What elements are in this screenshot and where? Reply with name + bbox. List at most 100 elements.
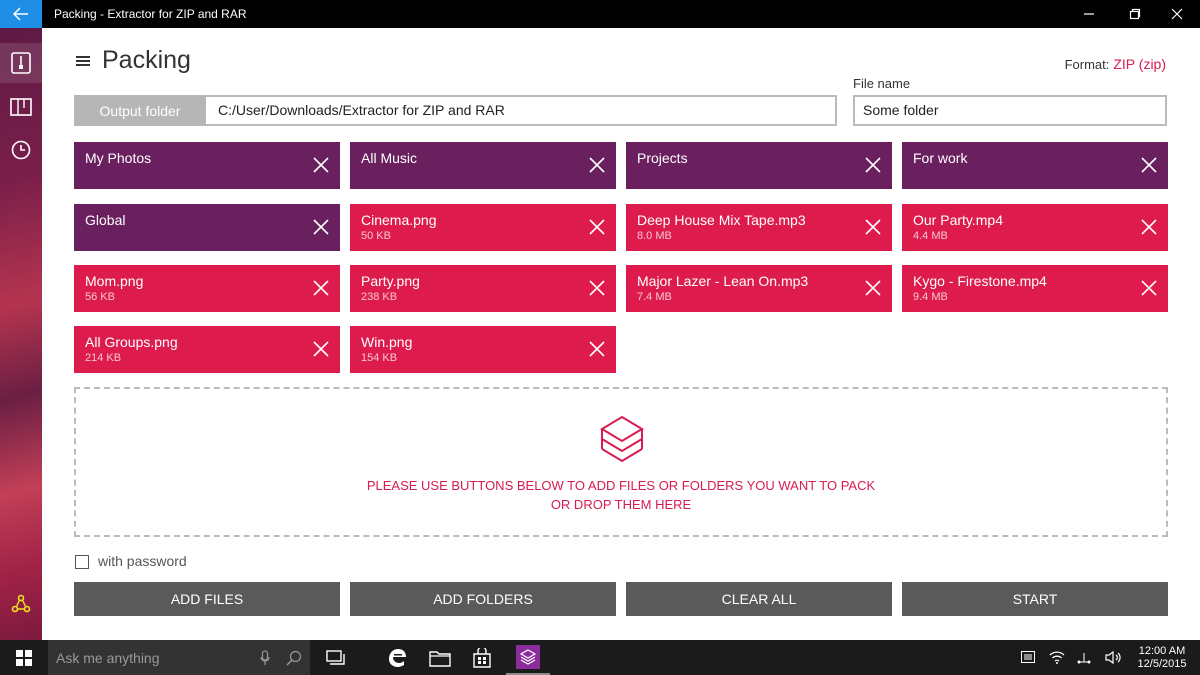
main-content: Packing Format: ZIP (zip) File name Outpu… (42, 28, 1200, 640)
start-button-windows[interactable] (0, 640, 48, 675)
group-tile[interactable]: Global (74, 204, 340, 251)
tile-name: Projects (637, 150, 688, 166)
remove-item-icon[interactable] (589, 157, 605, 173)
page-title: Packing (102, 46, 191, 74)
system-clock[interactable]: 12:00 AM 12/5/2015 (1132, 645, 1192, 671)
tile-name: Global (85, 212, 126, 228)
tile-size: 7.4 MB (637, 291, 672, 303)
close-window-button[interactable] (1154, 0, 1200, 28)
tile-name: Win.png (361, 334, 413, 350)
extractor-app-button[interactable] (506, 640, 550, 675)
drop-zone[interactable]: PLEASE USE BUTTONS BELOW TO ADD FILES OR… (74, 387, 1168, 537)
nav-archive[interactable] (0, 87, 42, 127)
windows-logo-icon (16, 649, 32, 666)
tile-name: Our Party.mp4 (913, 212, 1003, 228)
taskbar: Ask me anything 12:00 AM 12/5/2015 (0, 640, 1200, 675)
share-network-icon (11, 594, 31, 613)
remove-item-icon[interactable] (313, 219, 329, 235)
tile-name: Party.png (361, 273, 420, 289)
extractor-app-icon (516, 644, 540, 669)
tile-size: 9.4 MB (913, 291, 948, 303)
navigation-rail (0, 28, 42, 640)
password-label[interactable]: with password (98, 553, 187, 569)
tile-name: Mom.png (85, 273, 144, 289)
maximize-button[interactable] (1112, 0, 1158, 28)
search-placeholder: Ask me anything (56, 650, 160, 666)
tile-size: 154 KB (361, 352, 398, 364)
tile-name: All Groups.png (85, 334, 178, 350)
password-checkbox[interactable] (75, 555, 89, 569)
add-files-button[interactable]: ADD FILES (74, 582, 340, 616)
remove-item-icon[interactable] (1141, 219, 1157, 235)
task-view-icon (326, 649, 345, 665)
tile-size: 4.4 MB (913, 230, 948, 242)
format-value[interactable]: ZIP (zip) (1113, 56, 1166, 72)
file-tile[interactable]: All Groups.png 214 KB (74, 326, 340, 373)
taskbar-search[interactable]: Ask me anything (48, 640, 310, 675)
pack-logo-icon (600, 415, 644, 463)
remove-item-icon[interactable] (1141, 280, 1157, 296)
group-tile[interactable]: For work (902, 142, 1168, 189)
add-folders-button[interactable]: ADD FOLDERS (350, 582, 616, 616)
close-icon (1171, 8, 1183, 20)
remove-item-icon[interactable] (313, 341, 329, 357)
file-tile[interactable]: Major Lazer - Lean On.mp3 7.4 MB (626, 265, 892, 312)
remove-item-icon[interactable] (589, 341, 605, 357)
remove-item-icon[interactable] (1141, 157, 1157, 173)
group-tile[interactable]: Projects (626, 142, 892, 189)
action-center-icon[interactable] (1021, 651, 1035, 663)
remove-item-icon[interactable] (865, 219, 881, 235)
remove-item-icon[interactable] (589, 219, 605, 235)
output-path-field[interactable]: C:/User/Downloads/Extractor for ZIP and … (206, 95, 837, 126)
menu-button[interactable] (76, 56, 90, 66)
tile-name: My Photos (85, 150, 152, 166)
nav-history[interactable] (0, 130, 42, 170)
edge-button[interactable] (375, 640, 419, 675)
nav-feedback[interactable] (0, 584, 42, 624)
filename-label: File name (853, 76, 911, 91)
format-label: Format: (1064, 57, 1110, 72)
search-icon[interactable] (286, 650, 302, 666)
window-title: Packing - Extractor for ZIP and RAR (54, 7, 247, 21)
tile-name: Cinema.png (361, 212, 437, 228)
remove-item-icon[interactable] (313, 157, 329, 173)
output-folder-button[interactable]: Output folder (74, 95, 206, 126)
store-button[interactable] (460, 640, 504, 675)
tile-name: For work (913, 150, 968, 166)
file-explorer-button[interactable] (418, 640, 462, 675)
tile-size: 214 KB (85, 352, 122, 364)
tile-size: 8.0 MB (637, 230, 672, 242)
remove-item-icon[interactable] (865, 280, 881, 296)
minimize-icon (1084, 13, 1094, 15)
format-selector[interactable]: Format: ZIP (zip) (1065, 56, 1166, 72)
hamburger-icon (76, 56, 90, 58)
remove-item-icon[interactable] (589, 280, 605, 296)
back-button[interactable] (0, 0, 42, 28)
network-icon[interactable] (1077, 651, 1091, 664)
title-bar: Packing - Extractor for ZIP and RAR (0, 0, 1200, 28)
clear-all-button[interactable]: CLEAR ALL (626, 582, 892, 616)
group-tile[interactable]: My Photos (74, 142, 340, 189)
file-tile[interactable]: Cinema.png 50 KB (350, 204, 616, 251)
wifi-icon[interactable] (1049, 651, 1065, 664)
file-tile[interactable]: Win.png 154 KB (350, 326, 616, 373)
file-tile[interactable]: Kygo - Firestone.mp4 9.4 MB (902, 265, 1168, 312)
clock-icon (11, 140, 31, 160)
start-button[interactable]: START (902, 582, 1168, 616)
remove-item-icon[interactable] (313, 280, 329, 296)
file-tile[interactable]: Our Party.mp4 4.4 MB (902, 204, 1168, 251)
remove-item-icon[interactable] (865, 157, 881, 173)
filename-field[interactable]: Some folder (853, 95, 1167, 126)
file-tile[interactable]: Mom.png 56 KB (74, 265, 340, 312)
microphone-icon[interactable] (260, 650, 270, 666)
task-view-button[interactable] (314, 640, 358, 675)
file-tile[interactable]: Deep House Mix Tape.mp3 8.0 MB (626, 204, 892, 251)
group-tile[interactable]: All Music (350, 142, 616, 189)
minimize-button[interactable] (1066, 0, 1112, 28)
volume-icon[interactable] (1105, 651, 1121, 664)
file-tile[interactable]: Party.png 238 KB (350, 265, 616, 312)
nav-packing[interactable] (0, 43, 42, 83)
drop-instructions: PLEASE USE BUTTONS BELOW TO ADD FILES OR… (366, 478, 876, 493)
back-arrow-icon (13, 7, 28, 21)
tile-size: 238 KB (361, 291, 398, 303)
